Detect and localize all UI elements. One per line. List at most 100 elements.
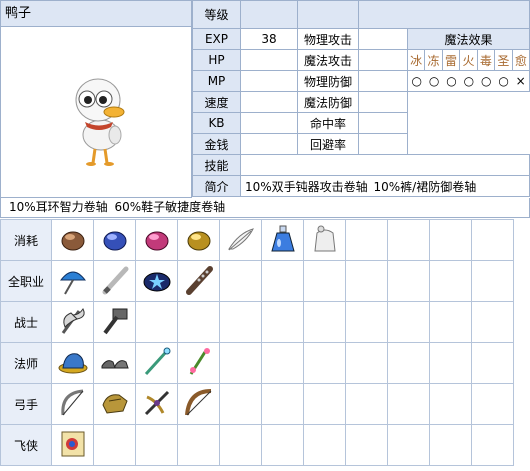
item-cell[interactable] [135, 342, 178, 384]
empty-cell [177, 424, 220, 466]
mark-holy: ○ [498, 74, 509, 88]
mp-label: MP [192, 70, 241, 92]
mark-lightning: ○ [446, 74, 457, 88]
item-cell[interactable] [135, 260, 178, 302]
empty-cell [387, 424, 430, 466]
star-bandana-icon[interactable] [141, 264, 173, 296]
empty-cell [135, 424, 178, 466]
magic-header: 魔法效果 [407, 28, 530, 50]
item-cell[interactable] [51, 219, 94, 261]
item-cell[interactable] [51, 424, 94, 466]
blue-potion-icon[interactable] [267, 223, 299, 255]
mag-def-label: 魔法防御 [297, 91, 359, 113]
brown-ore-icon[interactable] [57, 223, 89, 255]
item-cell[interactable] [51, 342, 94, 384]
blue-hat-icon[interactable] [57, 346, 89, 378]
magic-elements: 冰 冻 雷 火 毒 圣 愈 [408, 50, 529, 70]
battle-axe-icon[interactable] [57, 305, 89, 337]
shoes-icon[interactable] [99, 346, 131, 378]
item-row: 弓手 [0, 383, 514, 425]
empty-cell [387, 219, 430, 261]
speed-label: 速度 [192, 91, 241, 113]
scroll-icon[interactable] [57, 428, 89, 460]
item-cell[interactable] [303, 219, 346, 261]
empty-cell [219, 301, 262, 343]
mob-portrait [0, 27, 192, 198]
mark-ice: ○ [411, 74, 422, 88]
item-cell[interactable] [135, 219, 178, 261]
item-row: 消耗 [0, 219, 514, 261]
crossbow-icon[interactable] [141, 387, 173, 419]
empty-cell [471, 424, 514, 466]
empty-cell [387, 260, 430, 302]
mob-name: 鸭子 [0, 0, 192, 27]
empty-cell [429, 260, 472, 302]
exp-label: EXP [192, 28, 241, 50]
empty-cell [303, 424, 346, 466]
category-label: 消耗 [0, 219, 52, 261]
intro-text: 10%双手钝器攻击卷轴 10%裤/裙防御卷轴 [240, 175, 530, 197]
longbow-icon[interactable] [183, 387, 215, 419]
empty-cell [387, 301, 430, 343]
item-cell[interactable] [219, 219, 262, 261]
item-cell[interactable] [261, 219, 304, 261]
element-freeze: 冻 [424, 50, 443, 70]
item-cell[interactable] [51, 301, 94, 343]
empty-cell [345, 424, 388, 466]
staff-icon[interactable] [183, 346, 215, 378]
stats-table: 等级 EXP 38 物理攻击 魔法效果 HP 魔法攻击 冰 冻 雷 火 毒 圣 … [192, 0, 530, 197]
item-cell[interactable] [93, 383, 136, 425]
category-label: 全职业 [0, 260, 52, 302]
item-cell[interactable] [51, 260, 94, 302]
bow-icon[interactable] [57, 387, 89, 419]
spiked-club-icon[interactable] [183, 264, 215, 296]
element-ice: 冰 [408, 50, 426, 70]
item-cell[interactable] [177, 383, 220, 425]
umbrella-icon[interactable] [57, 264, 89, 296]
white-bag-icon[interactable] [309, 223, 341, 255]
item-cell[interactable] [177, 260, 220, 302]
empty-cell [261, 301, 304, 343]
item-row: 全职业 [0, 260, 514, 302]
baseball-bat-icon[interactable] [99, 264, 131, 296]
item-cell[interactable] [93, 342, 136, 384]
white-feather-icon[interactable] [225, 223, 257, 255]
skill-label: 技能 [192, 154, 241, 176]
item-row: 飞侠 [0, 424, 514, 466]
mag-atk-label: 魔法攻击 [297, 49, 359, 71]
empty-cell [471, 301, 514, 343]
blue-ore-icon[interactable] [99, 223, 131, 255]
item-cell[interactable] [51, 383, 94, 425]
hammer-icon[interactable] [99, 305, 131, 337]
item-cell[interactable] [135, 383, 178, 425]
intro-label: 简介 [192, 175, 241, 197]
empty-cell [429, 383, 472, 425]
empty-cell [471, 342, 514, 384]
empty-cell [345, 342, 388, 384]
item-cell[interactable] [93, 301, 136, 343]
empty-cell [345, 383, 388, 425]
item-row: 法师 [0, 342, 514, 384]
empty-cell [429, 342, 472, 384]
pink-ore-icon[interactable] [141, 223, 173, 255]
drops-line: 10%耳环智力卷轴 60%鞋子敏捷度卷轴 [0, 198, 530, 218]
accuracy-label: 命中率 [297, 112, 359, 134]
gold-ore-icon[interactable] [183, 223, 215, 255]
item-cell[interactable] [93, 219, 136, 261]
wand-icon[interactable] [141, 346, 173, 378]
empty-cell [303, 383, 346, 425]
item-cell[interactable] [177, 219, 220, 261]
empty-cell [219, 260, 262, 302]
mark-freeze: ○ [428, 74, 440, 88]
category-label: 战士 [0, 301, 52, 343]
mark-fire: ○ [463, 74, 475, 88]
phys-def-label: 物理防御 [297, 70, 359, 92]
item-cell[interactable] [177, 342, 220, 384]
item-cell[interactable] [93, 260, 136, 302]
mark-heal: × [515, 74, 526, 88]
empty-cell [261, 424, 304, 466]
empty-cell [93, 424, 136, 466]
empty-cell [303, 260, 346, 302]
magic-marks: ○ ○ ○ ○ ○ ○ × [408, 71, 529, 91]
gauntlet-icon[interactable] [99, 387, 131, 419]
